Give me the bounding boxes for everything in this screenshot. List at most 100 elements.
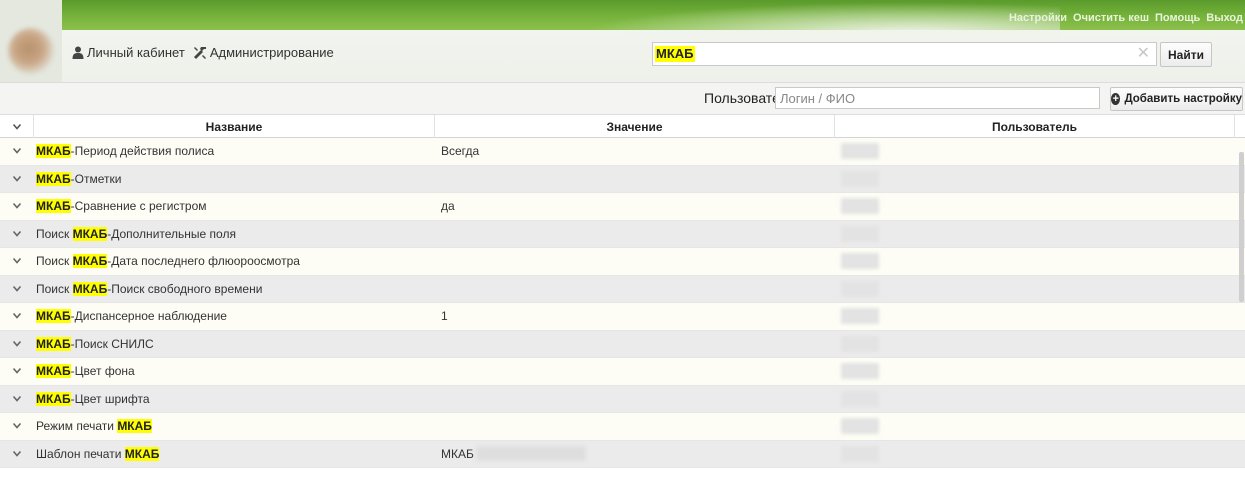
row-expand-toggle[interactable] xyxy=(0,441,34,468)
settings-link[interactable]: Настройки xyxy=(1009,12,1067,24)
name-suffix: -Поиск СНИЛС xyxy=(70,336,154,351)
chevron-down-icon xyxy=(13,285,21,292)
user-icon xyxy=(72,46,84,59)
table-row[interactable]: МКАБ -Сравнение с регистром да xyxy=(0,193,1245,221)
clear-cache-link[interactable]: Очистить кеш xyxy=(1073,12,1149,24)
search-highlight: МКАБ xyxy=(36,336,71,351)
search-input[interactable]: МКАБ ✕ xyxy=(652,42,1157,66)
row-expand-toggle[interactable] xyxy=(0,386,34,413)
search-highlight: МКАБ xyxy=(72,226,108,241)
cell-user xyxy=(835,248,1235,275)
name-suffix: -Дата последнего флюорoосмотра xyxy=(107,254,300,269)
cell-name: МКАБ -Поиск СНИЛС xyxy=(34,331,435,358)
close-icon[interactable]: ✕ xyxy=(1137,46,1150,62)
column-header-user[interactable]: Пользователь xyxy=(835,115,1235,139)
row-expand-toggle[interactable] xyxy=(0,358,34,385)
value-text: да xyxy=(441,199,455,214)
chevron-down-icon xyxy=(13,258,21,264)
cell-user xyxy=(835,276,1235,303)
user-filter-input[interactable] xyxy=(775,87,1100,109)
nav-personal-account-label: Личный кабинет xyxy=(87,45,185,60)
row-expand-toggle[interactable] xyxy=(0,331,34,358)
cell-value xyxy=(435,386,835,413)
column-header-name[interactable]: Название xyxy=(34,115,435,139)
cell-value: да xyxy=(435,193,835,220)
add-setting-button[interactable]: + Добавить настройку xyxy=(1110,87,1243,111)
redacted-user xyxy=(841,418,879,435)
row-expand-toggle[interactable] xyxy=(0,221,34,248)
redacted-user xyxy=(841,363,879,380)
name-suffix: -Диспансерное наблюдение xyxy=(70,309,227,324)
row-expand-toggle[interactable] xyxy=(0,166,34,193)
name-prefix: Режим печати xyxy=(36,419,118,434)
settings-table: Название Значение Пользователь МКАБ -Пери… xyxy=(0,114,1245,495)
cell-name: МКАБ -Сравнение с регистром xyxy=(34,193,435,220)
table-row[interactable]: МКАБ -Диспансерное наблюдение 1 xyxy=(0,303,1245,331)
cell-value: МКАБ xyxy=(435,441,835,468)
cell-name: Шаблон печати МКАБ xyxy=(34,441,435,468)
value-text: Всегда xyxy=(441,144,480,159)
search-highlight: МКАБ xyxy=(36,199,71,214)
row-expand-toggle[interactable] xyxy=(0,303,34,330)
help-link[interactable]: Помощь xyxy=(1155,12,1200,24)
cell-value xyxy=(435,276,835,303)
cell-value xyxy=(435,331,835,358)
chevron-down-icon xyxy=(13,395,21,402)
name-suffix: -Сравнение с регистром xyxy=(70,199,207,214)
cell-value xyxy=(435,166,835,193)
row-expand-toggle[interactable] xyxy=(0,248,34,275)
cell-user xyxy=(835,138,1235,165)
redacted-value xyxy=(475,446,586,462)
logout-link[interactable]: Выход xyxy=(1206,12,1243,24)
main-nav: Личный кабинет Администрирование xyxy=(72,45,334,60)
name-prefix: Поиск xyxy=(36,281,73,296)
cell-user xyxy=(835,166,1235,193)
table-row[interactable]: Поиск МКАБ -Дата последнего флюорoосмотра xyxy=(0,248,1245,276)
cell-user xyxy=(835,193,1235,220)
top-links: Настройки Очистить кеш Помощь Выход xyxy=(1009,12,1243,24)
row-expand-toggle[interactable] xyxy=(0,413,34,440)
chevron-down-icon xyxy=(13,450,21,457)
name-suffix: -Цвет фона xyxy=(70,364,135,379)
table-row[interactable]: Режим печати МКАБ xyxy=(0,413,1245,441)
expand-all-toggle[interactable] xyxy=(0,115,34,139)
row-expand-toggle[interactable] xyxy=(0,276,34,303)
nav-administration[interactable]: Администрирование xyxy=(193,45,334,60)
table-row[interactable]: МКАБ -Поиск СНИЛС xyxy=(0,330,1245,358)
table-row[interactable]: Поиск МКАБ -Дополнительные поля xyxy=(0,220,1245,248)
row-expand-toggle[interactable] xyxy=(0,138,34,165)
find-button[interactable]: Найти xyxy=(1160,42,1212,67)
row-expand-toggle[interactable] xyxy=(0,193,34,220)
search-highlight: МКАБ xyxy=(36,391,71,406)
table-row[interactable]: Поиск МКАБ -Поиск свободного времени xyxy=(0,275,1245,303)
table-row[interactable]: Шаблон печати МКАБ МКАБ xyxy=(0,440,1245,468)
name-suffix: -Период действия полиса xyxy=(70,144,215,159)
cell-value: Всегда xyxy=(435,138,835,165)
redacted-user xyxy=(841,445,879,462)
name-prefix: Шаблон печати xyxy=(36,446,125,461)
search-highlight: МКАБ xyxy=(36,144,71,159)
cell-user xyxy=(835,413,1235,440)
chevron-down-icon xyxy=(13,175,21,182)
table-row[interactable]: МКАБ -Период действия полиса Всегда xyxy=(0,138,1245,166)
cell-user xyxy=(835,441,1235,468)
cell-user xyxy=(835,221,1235,248)
add-setting-label: Добавить настройку xyxy=(1124,93,1242,105)
cell-value xyxy=(435,358,835,385)
cell-name: Поиск МКАБ -Поиск свободного времени xyxy=(34,276,435,303)
cell-name: МКАБ -Отметки xyxy=(34,166,435,193)
chevron-down-icon xyxy=(13,368,21,374)
column-header-value[interactable]: Значение xyxy=(435,115,835,139)
nav-personal-account[interactable]: Личный кабинет xyxy=(72,45,185,60)
search-highlight: МКАБ xyxy=(36,171,71,186)
table-row[interactable]: МКАБ -Отметки xyxy=(0,165,1245,193)
vertical-scrollbar[interactable] xyxy=(1239,152,1244,302)
redacted-user xyxy=(841,280,879,297)
name-prefix: Поиск xyxy=(36,254,73,269)
redacted-user xyxy=(841,390,879,407)
name-suffix: -Цвет шрифта xyxy=(70,391,150,406)
table-row[interactable]: МКАБ -Цвет фона xyxy=(0,358,1245,386)
table-row[interactable]: МКАБ -Цвет шрифта xyxy=(0,385,1245,413)
chevron-down-icon xyxy=(13,313,21,319)
cell-name: Режим печати МКАБ xyxy=(34,413,435,440)
